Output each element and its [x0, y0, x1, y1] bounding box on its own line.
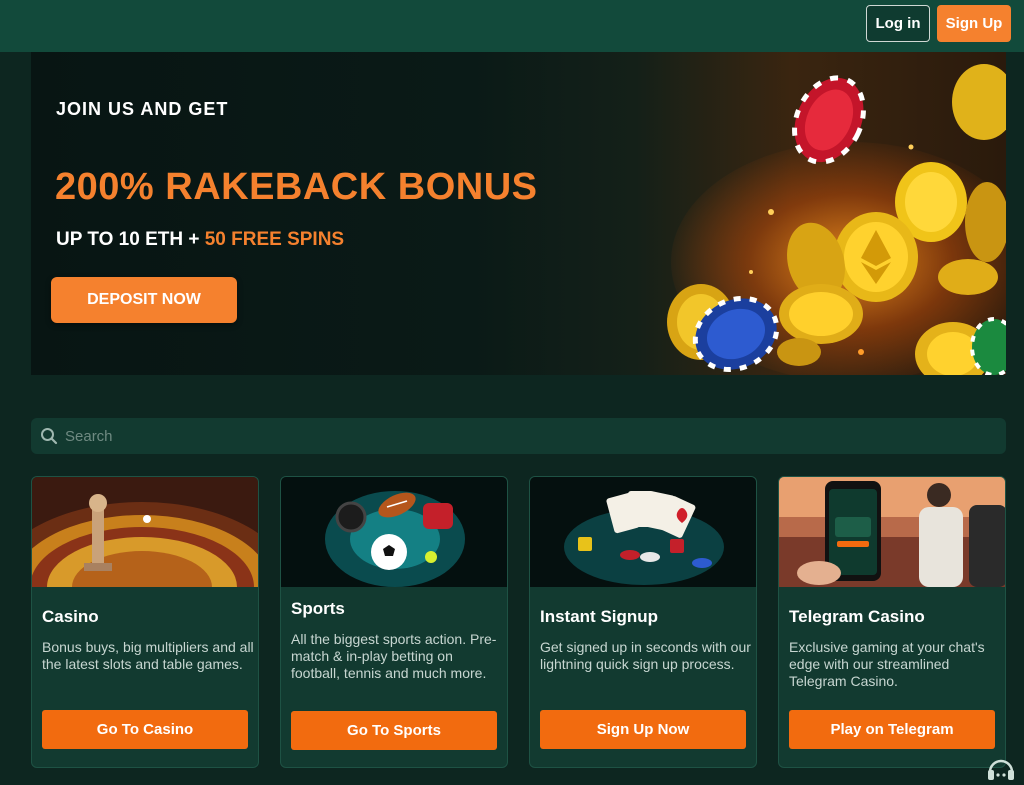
card-description: Bonus buys, big multipliers and all the … — [42, 639, 254, 672]
sign-up-now-button[interactable]: Sign Up Now — [540, 710, 746, 749]
banner-subtitle-prefix: UP TO 10 ETH + — [56, 229, 205, 250]
sports-card: Sports All the biggest sports action. Pr… — [280, 476, 508, 768]
cards-and-dice-image — [530, 477, 756, 587]
go-to-sports-button[interactable]: Go To Sports — [291, 711, 497, 750]
casino-card: Casino Bonus buys, big multipliers and a… — [31, 476, 259, 768]
search-input[interactable] — [65, 418, 995, 454]
roulette-image — [32, 477, 258, 587]
telegram-phone-image — [779, 477, 1005, 587]
play-on-telegram-button[interactable]: Play on Telegram — [789, 710, 995, 749]
go-to-casino-button[interactable]: Go To Casino — [42, 710, 248, 749]
top-bar: Log in Sign Up — [0, 0, 1024, 52]
card-title: Instant Signup — [540, 607, 659, 626]
signup-button[interactable]: Sign Up — [937, 5, 1011, 42]
instant-signup-card: Instant Signup Get signed up in seconds … — [529, 476, 757, 768]
banner-title: 200% RAKEBACK BONUS — [55, 166, 538, 208]
card-description: Get signed up in seconds with our lightn… — [540, 639, 751, 672]
card-title: Sports — [291, 599, 345, 618]
promo-banner[interactable]: JOIN US AND GET 200% RAKEBACK BONUS UP T… — [31, 52, 1006, 375]
card-description: All the biggest sports action. Pre-match… — [291, 631, 497, 681]
sports-image — [281, 477, 507, 587]
card-title: Casino — [42, 607, 99, 626]
search-icon — [41, 428, 58, 445]
banner-subtitle-accent: 50 FREE SPINS — [204, 229, 345, 250]
banner-eyebrow: JOIN US AND GET — [56, 99, 229, 119]
search-bar[interactable] — [31, 418, 1006, 454]
card-title: Telegram Casino — [789, 607, 925, 626]
telegram-casino-card: Telegram Casino Exclusive gaming at your… — [778, 476, 1006, 768]
deposit-now-button[interactable]: DEPOSIT NOW — [51, 277, 237, 323]
coins-illustration — [667, 64, 1006, 375]
banner-subtitle: UP TO 10 ETH + 50 FREE SPINS — [56, 229, 344, 251]
login-button[interactable]: Log in — [866, 5, 930, 42]
card-description: Exclusive gaming at your chat's edge wit… — [789, 639, 985, 689]
support-headset-icon[interactable] — [986, 756, 1016, 784]
